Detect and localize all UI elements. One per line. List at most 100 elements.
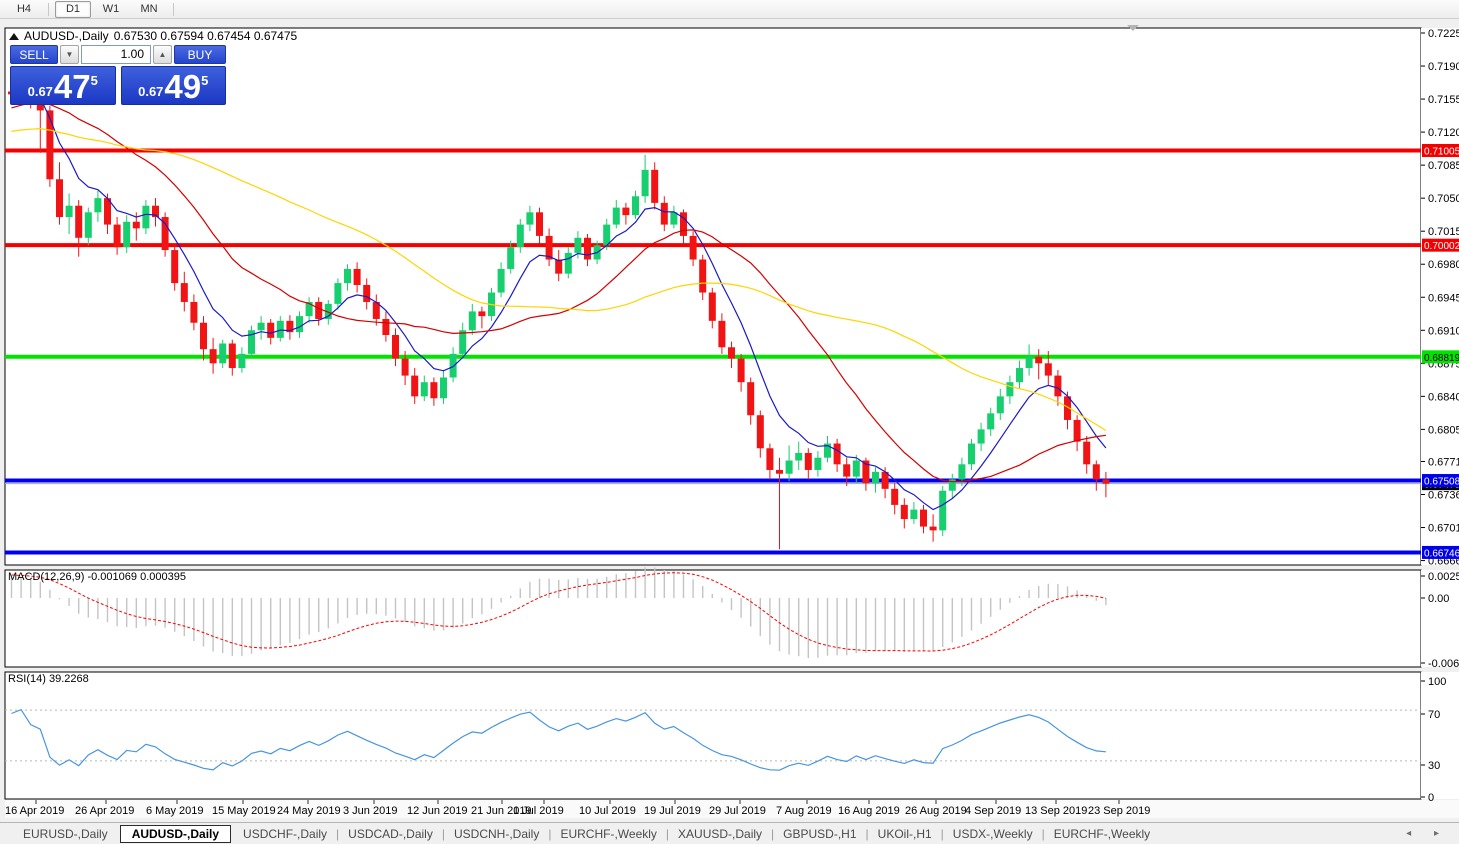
candle-body <box>804 452 812 470</box>
candle-body <box>440 377 447 399</box>
candle-body <box>1102 479 1110 484</box>
expand-arrow-icon[interactable] <box>9 32 19 40</box>
svg-text:0.67360: 0.67360 <box>1428 490 1459 502</box>
sell-price-sup: 5 <box>90 73 98 88</box>
candle-body <box>94 198 102 213</box>
volume-decrease-button[interactable]: ▼ <box>60 45 79 64</box>
volume-increase-button[interactable]: ▲ <box>153 45 172 64</box>
candle-body <box>785 460 793 474</box>
one-click-trading-panel: SELL ▼ 1.00 ▲ BUY 0.67 47 5 0.67 49 5 <box>10 45 226 105</box>
candle-body <box>353 268 361 285</box>
rsi-pane-axis-bg <box>1421 672 1459 799</box>
symbol-header: AUDUSD-,Daily 0.67530 0.67594 0.67454 0.… <box>9 29 297 43</box>
timeframe-button-mn[interactable]: MN <box>131 1 167 18</box>
svg-text:30: 30 <box>1428 760 1440 772</box>
date-label: 16 Apr 2019 <box>5 805 64 817</box>
tab-xauusd-daily[interactable]: XAUUSD-,Daily <box>669 826 771 842</box>
candle-body <box>929 526 937 531</box>
tab-usdchf-daily[interactable]: USDCHF-,Daily <box>234 826 336 842</box>
candle-body <box>852 460 860 477</box>
date-label: 7 Aug 2019 <box>776 805 832 817</box>
date-label: 4 Sep 2019 <box>965 805 1021 817</box>
candle-body <box>190 301 198 323</box>
timeframe-button-h4[interactable]: H4 <box>6 1 42 18</box>
buy-price-prefix: 0.67 <box>138 84 164 99</box>
ohlc-readout: 0.67530 0.67594 0.67454 0.67475 <box>113 29 298 43</box>
candle-body <box>939 490 947 531</box>
candle-body <box>660 202 668 225</box>
candle-body <box>478 311 486 317</box>
tab-audusd-daily[interactable]: AUDUSD-,Daily <box>119 824 232 843</box>
candle-body <box>1006 382 1014 397</box>
candle-body <box>708 292 716 321</box>
candle-body <box>113 224 121 248</box>
macd-label: MACD(12,26,9) -0.001069 0.000395 <box>8 571 186 583</box>
tab-ukoil-h1[interactable]: UKOil-,H1 <box>869 826 941 842</box>
candle-body <box>363 284 371 302</box>
timeframe-toolbar: H4 D1 W1 MN <box>0 0 1459 19</box>
candle-body <box>65 205 73 218</box>
trading-terminal: { "toolbar":{"buttons":[{"label":"H4","a… <box>0 0 1459 844</box>
date-label: 19 Jul 2019 <box>644 805 701 817</box>
candle-body <box>459 330 467 354</box>
candle-body <box>507 247 515 269</box>
candle-body <box>689 235 697 260</box>
candle-body <box>670 212 678 225</box>
macd-pane-axis-bg <box>1421 570 1459 667</box>
rsi-pane <box>4 671 1422 800</box>
chart-canvas[interactable]: 0.72250 0.71900 0.71550 0.71200 0.70850 0.705… <box>0 0 1459 844</box>
tab-eurusd-daily[interactable]: EURUSD-,Daily <box>14 826 117 842</box>
candle-body <box>526 212 534 225</box>
candle-body <box>555 259 563 274</box>
candle-body <box>171 250 179 284</box>
svg-text:0.71550: 0.71550 <box>1428 94 1459 106</box>
svg-text:-0.006326: -0.006326 <box>1428 658 1459 670</box>
buy-button[interactable]: BUY <box>174 45 226 64</box>
candle-body <box>756 415 764 449</box>
buy-price-box[interactable]: 0.67 49 5 <box>120 66 226 105</box>
candle-body <box>574 237 582 253</box>
candle-body <box>238 353 246 369</box>
tab-eurchf-weekly[interactable]: EURCHF-,Weekly <box>551 826 665 842</box>
tab-usdx-weekly[interactable]: USDX-,Weekly <box>944 826 1042 842</box>
date-label: 24 May 2019 <box>277 805 341 817</box>
svg-text:100: 100 <box>1428 676 1446 688</box>
candle-body <box>344 268 351 284</box>
tab-gbpusd-h1[interactable]: GBPUSD-,H1 <box>774 826 865 842</box>
tab-usdcnh-daily[interactable]: USDCNH-,Daily <box>445 826 548 842</box>
candle-body <box>977 429 985 444</box>
timeframe-button-w1[interactable]: W1 <box>93 1 129 18</box>
date-label: 16 Aug 2019 <box>838 805 900 817</box>
candle-body <box>315 301 323 319</box>
svg-text:0.67508: 0.67508 <box>1424 477 1459 488</box>
candle-body <box>516 224 524 248</box>
svg-text:0.69100: 0.69100 <box>1428 325 1459 337</box>
svg-text:0.71900: 0.71900 <box>1428 61 1459 73</box>
candle-body <box>219 343 227 364</box>
candle-body <box>75 205 83 238</box>
candle-body <box>718 320 726 348</box>
candle-body <box>449 353 457 378</box>
candle-body <box>1016 368 1023 383</box>
volume-input[interactable]: 1.00 <box>81 45 151 64</box>
svg-text:0.70500: 0.70500 <box>1428 193 1459 205</box>
date-label: 13 Sep 2019 <box>1025 805 1087 817</box>
candle-body <box>401 358 409 376</box>
tab-usdcad-daily[interactable]: USDCAD-,Daily <box>339 826 442 842</box>
timeframe-button-d1[interactable]: D1 <box>55 0 91 18</box>
candle-body <box>209 349 217 364</box>
candle-body <box>795 452 803 461</box>
candle-body <box>1044 363 1052 376</box>
tab-eurchf-weekly[interactable]: EURCHF-,Weekly <box>1045 826 1159 842</box>
candle-body <box>257 322 265 331</box>
candle-body <box>430 382 438 399</box>
candle-body <box>468 311 476 331</box>
date-label: 26 Apr 2019 <box>75 805 134 817</box>
candle-body <box>392 335 399 359</box>
svg-text:0.002574: 0.002574 <box>1428 571 1459 583</box>
sell-price-box[interactable]: 0.67 47 5 <box>10 66 116 105</box>
sell-price-big: 47 <box>53 68 91 105</box>
tab-scroll-arrows[interactable]: ◂ ▸ <box>1406 828 1449 839</box>
candle-body <box>267 322 275 338</box>
sell-button[interactable]: SELL <box>10 45 58 64</box>
